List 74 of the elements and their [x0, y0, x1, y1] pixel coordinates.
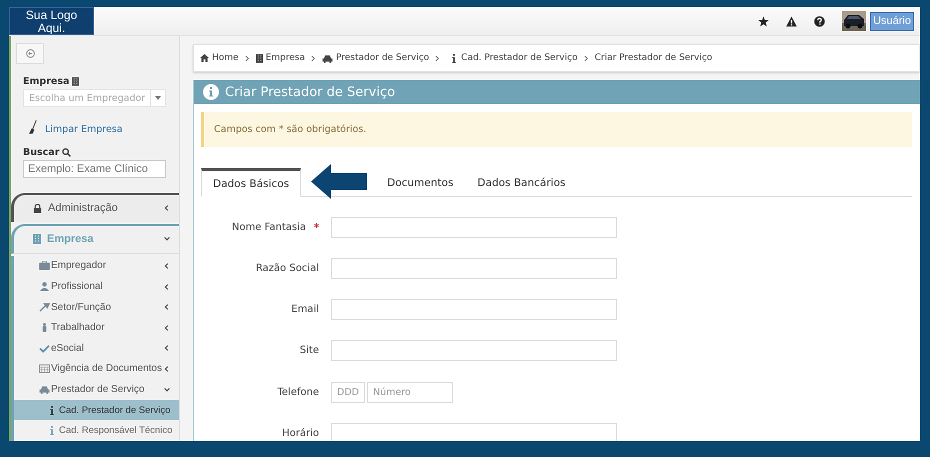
empresa-label: Empresa	[23, 76, 70, 88]
separator-icon	[584, 54, 589, 62]
field-label: Horário	[282, 428, 319, 439]
separator-icon	[244, 54, 250, 62]
help-icon[interactable]	[814, 16, 826, 26]
chevron-icon	[163, 282, 171, 291]
briefcase-icon	[39, 261, 50, 270]
menu-item[interactable]: Vigência de Documentos	[11, 358, 179, 380]
field-label: Site	[300, 345, 319, 356]
check-icon	[39, 344, 50, 353]
chevron-icon	[163, 204, 171, 212]
field-label: Email	[291, 304, 319, 316]
input-field[interactable]	[331, 340, 617, 362]
separator-icon	[311, 54, 316, 62]
input-field[interactable]	[331, 216, 617, 238]
menu-item[interactable]: Cad. Responsável Técnico	[11, 420, 179, 441]
search-field[interactable]: Exemplo: Exame Clínico	[23, 160, 166, 178]
chevron-icon	[163, 324, 171, 332]
arrow-annotation	[311, 164, 368, 199]
input-field[interactable]: Número	[367, 382, 453, 403]
clear-company-link[interactable]: Limpar Empresa	[45, 124, 123, 136]
lock-icon	[33, 204, 42, 213]
tab[interactable]: Documentos	[375, 168, 466, 197]
chevron-icon	[163, 386, 171, 394]
chevron-icon	[163, 364, 171, 373]
panel-title: Criar Prestador de Serviço	[225, 84, 396, 100]
back-arrow-icon	[26, 49, 34, 58]
building-icon	[256, 54, 263, 62]
building-icon	[33, 234, 41, 244]
chevron-icon	[163, 262, 171, 270]
breadcrumb-link[interactable]: Prestador de Serviço	[336, 53, 430, 63]
info-icon	[50, 406, 54, 415]
collapse-sidebar-button[interactable]	[16, 43, 44, 64]
user-icon	[39, 282, 50, 292]
breadcrumb-current: Criar Prestador de Serviço	[594, 53, 712, 63]
building-icon	[72, 77, 80, 86]
menu-item[interactable]: eSocial	[11, 338, 179, 359]
alert-text: Campos com * são obrigatórios.	[214, 124, 366, 135]
breadcrumb-link[interactable]: Cad. Prestador de Serviço	[461, 53, 578, 63]
search-label: Buscar	[23, 147, 60, 158]
warning-icon[interactable]	[786, 16, 798, 26]
separator-icon	[435, 54, 440, 62]
menu-item[interactable]: Setor/Função	[11, 296, 179, 318]
input-field[interactable]	[331, 422, 617, 441]
menu-item[interactable]: Empregador	[11, 256, 179, 276]
input-field[interactable]	[331, 258, 617, 279]
star-icon[interactable]	[758, 16, 770, 26]
broom-icon	[29, 120, 38, 136]
input-field[interactable]	[331, 299, 617, 320]
search-icon	[62, 148, 72, 158]
calendar-icon	[39, 364, 50, 374]
field-label: Nome Fantasia	[232, 222, 306, 232]
field-label: Telefone	[277, 386, 319, 398]
breadcrumb-link[interactable]: Empresa	[266, 53, 305, 63]
menu-item[interactable]: Profissional	[11, 276, 179, 297]
home-icon	[200, 54, 209, 62]
car-icon	[322, 54, 333, 62]
menu-item[interactable]: Cad. Prestador de Serviço	[11, 400, 179, 420]
menu-item[interactable]: Trabalhador	[11, 317, 179, 338]
chevron-icon	[163, 303, 171, 312]
car-icon	[39, 385, 50, 394]
info-icon	[203, 84, 219, 100]
info-icon	[452, 54, 456, 62]
chevron-icon	[163, 344, 171, 352]
menu-item[interactable]: Administração	[11, 192, 179, 222]
breadcrumb-link[interactable]: Home	[212, 53, 239, 63]
tab[interactable]: Dados Básicos	[201, 168, 302, 197]
tab[interactable]: Dados Bancários	[465, 168, 578, 197]
dropdown-icon	[155, 96, 161, 100]
field-label: Razão Social	[256, 262, 319, 274]
input-field[interactable]: DDD	[331, 382, 365, 403]
tools-icon	[39, 302, 50, 312]
info-icon	[50, 426, 54, 436]
chevron-icon	[163, 235, 171, 244]
